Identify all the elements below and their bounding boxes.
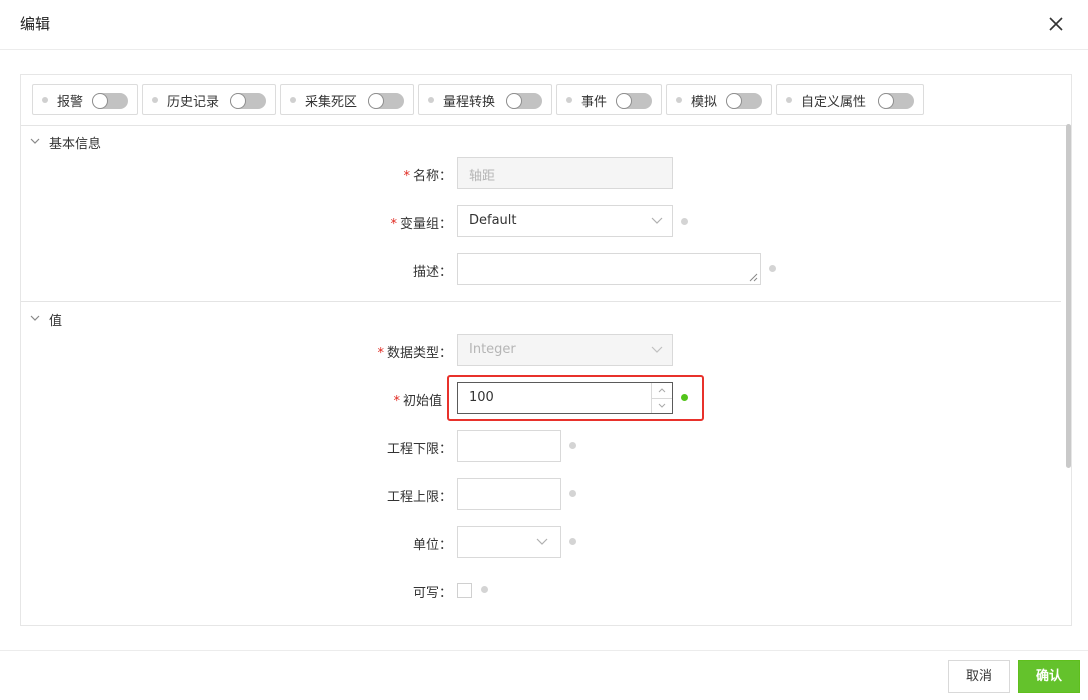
switch-knob bbox=[369, 94, 383, 108]
name-input[interactable]: 轴距 bbox=[457, 157, 673, 189]
custom-attributes-switch[interactable] bbox=[878, 93, 914, 109]
toggle-event[interactable]: 事件 bbox=[556, 84, 662, 115]
description-hint-dot bbox=[769, 265, 776, 272]
toggle-label: 量程转换 bbox=[443, 95, 496, 110]
switch-knob bbox=[507, 94, 521, 108]
chevron-down-icon bbox=[651, 217, 663, 224]
eng-low-label: 工程下限： bbox=[332, 438, 452, 457]
unit-hint-dot bbox=[569, 538, 576, 545]
status-dot bbox=[42, 97, 48, 103]
eng-low-hint-dot bbox=[569, 442, 576, 449]
feature-toggle-bar: 报警 历史记录 采集死区 量程转换 事件 模拟 自定义属性 bbox=[21, 75, 1071, 126]
eng-low-input[interactable] bbox=[457, 430, 561, 462]
switch-knob bbox=[727, 94, 741, 108]
variable-group-value: Default bbox=[469, 213, 517, 228]
writable-checkbox[interactable] bbox=[457, 583, 472, 598]
status-dot bbox=[428, 97, 434, 103]
data-type-label: * 数据类型： bbox=[332, 342, 452, 361]
initial-value-value: 100 bbox=[469, 390, 494, 405]
resize-grip-icon[interactable] bbox=[749, 273, 758, 282]
required-mark: * bbox=[390, 217, 397, 232]
toggle-history[interactable]: 历史记录 bbox=[142, 84, 276, 115]
number-stepper bbox=[651, 383, 672, 413]
writable-hint-dot bbox=[481, 586, 488, 593]
history-switch[interactable] bbox=[230, 93, 266, 109]
name-value: 轴距 bbox=[469, 169, 496, 184]
toggle-deadband[interactable]: 采集死区 bbox=[280, 84, 414, 115]
switch-knob bbox=[879, 94, 893, 108]
status-dot bbox=[566, 97, 572, 103]
status-dot bbox=[786, 97, 792, 103]
chevron-down-icon bbox=[536, 538, 548, 545]
variable-group-hint-dot bbox=[681, 218, 688, 225]
section-title: 值 bbox=[49, 314, 63, 329]
label-text: 工程上限： bbox=[386, 490, 452, 505]
toggle-label: 历史记录 bbox=[167, 95, 220, 110]
initial-value-status-dot bbox=[681, 394, 688, 401]
scaling-switch[interactable] bbox=[506, 93, 542, 109]
close-icon[interactable] bbox=[1046, 14, 1066, 34]
eng-high-label: 工程上限： bbox=[332, 486, 452, 505]
label-text: 数据类型： bbox=[386, 346, 452, 361]
label-text: 工程下限： bbox=[386, 442, 452, 457]
scrollbar[interactable] bbox=[1066, 124, 1071, 468]
variable-group-label: * 变量组： bbox=[332, 213, 452, 232]
toggle-label: 报警 bbox=[57, 95, 84, 110]
label-text: 可写： bbox=[412, 586, 452, 601]
section-basic-info[interactable]: 基本信息 bbox=[21, 127, 1061, 157]
toggle-alarm[interactable]: 报警 bbox=[32, 84, 138, 115]
initial-value-input[interactable]: 100 bbox=[457, 382, 673, 414]
unit-label: 单位： bbox=[332, 534, 452, 553]
label-text: 单位： bbox=[412, 538, 452, 553]
chevron-down-icon[interactable] bbox=[652, 398, 672, 413]
deadband-switch[interactable] bbox=[368, 93, 404, 109]
dialog-footer bbox=[0, 650, 1088, 700]
status-dot bbox=[676, 97, 682, 103]
status-dot bbox=[152, 97, 158, 103]
variable-group-select[interactable]: Default bbox=[457, 205, 673, 237]
toggle-label: 自定义属性 bbox=[801, 95, 867, 110]
label-text: 初始值 bbox=[402, 394, 442, 409]
description-textarea[interactable] bbox=[457, 253, 761, 285]
eng-high-input[interactable] bbox=[457, 478, 561, 510]
data-type-value: Integer bbox=[469, 342, 516, 357]
initial-value-label: * 初始值 bbox=[322, 390, 442, 409]
toggle-label: 采集死区 bbox=[305, 95, 358, 110]
section-divider bbox=[21, 301, 1061, 302]
toggle-label: 模拟 bbox=[691, 95, 718, 110]
switch-knob bbox=[231, 94, 245, 108]
status-dot bbox=[290, 97, 296, 103]
label-text: 变量组： bbox=[399, 217, 452, 232]
toggle-scaling[interactable]: 量程转换 bbox=[418, 84, 552, 115]
name-label: * 名称： bbox=[332, 165, 452, 184]
section-title: 基本信息 bbox=[49, 137, 102, 152]
description-label: 描述： bbox=[332, 261, 452, 280]
chevron-down-icon bbox=[651, 346, 663, 353]
chevron-up-icon[interactable] bbox=[652, 383, 672, 399]
event-switch[interactable] bbox=[616, 93, 652, 109]
unit-select[interactable] bbox=[457, 526, 561, 558]
toggle-custom-attributes[interactable]: 自定义属性 bbox=[776, 84, 924, 115]
required-mark: * bbox=[393, 394, 400, 409]
label-text: 名称： bbox=[412, 169, 452, 184]
section-value[interactable]: 值 bbox=[21, 304, 1061, 334]
chevron-down-icon bbox=[30, 138, 40, 144]
data-type-select[interactable]: Integer bbox=[457, 334, 673, 366]
toggle-simulate[interactable]: 模拟 bbox=[666, 84, 772, 115]
simulate-switch[interactable] bbox=[726, 93, 762, 109]
alarm-switch[interactable] bbox=[92, 93, 128, 109]
eng-high-hint-dot bbox=[569, 490, 576, 497]
required-mark: * bbox=[377, 346, 384, 361]
chevron-down-icon bbox=[30, 315, 40, 321]
cancel-button[interactable]: 取消 bbox=[948, 660, 1010, 693]
switch-knob bbox=[617, 94, 631, 108]
writable-label: 可写： bbox=[332, 582, 452, 601]
label-text: 描述： bbox=[412, 265, 452, 280]
toggle-label: 事件 bbox=[581, 95, 608, 110]
dialog-title: 编辑 bbox=[20, 15, 51, 33]
confirm-button[interactable]: 确认 bbox=[1018, 660, 1080, 693]
switch-knob bbox=[93, 94, 107, 108]
dialog-header: 编辑 bbox=[0, 0, 1088, 50]
required-mark: * bbox=[403, 169, 410, 184]
